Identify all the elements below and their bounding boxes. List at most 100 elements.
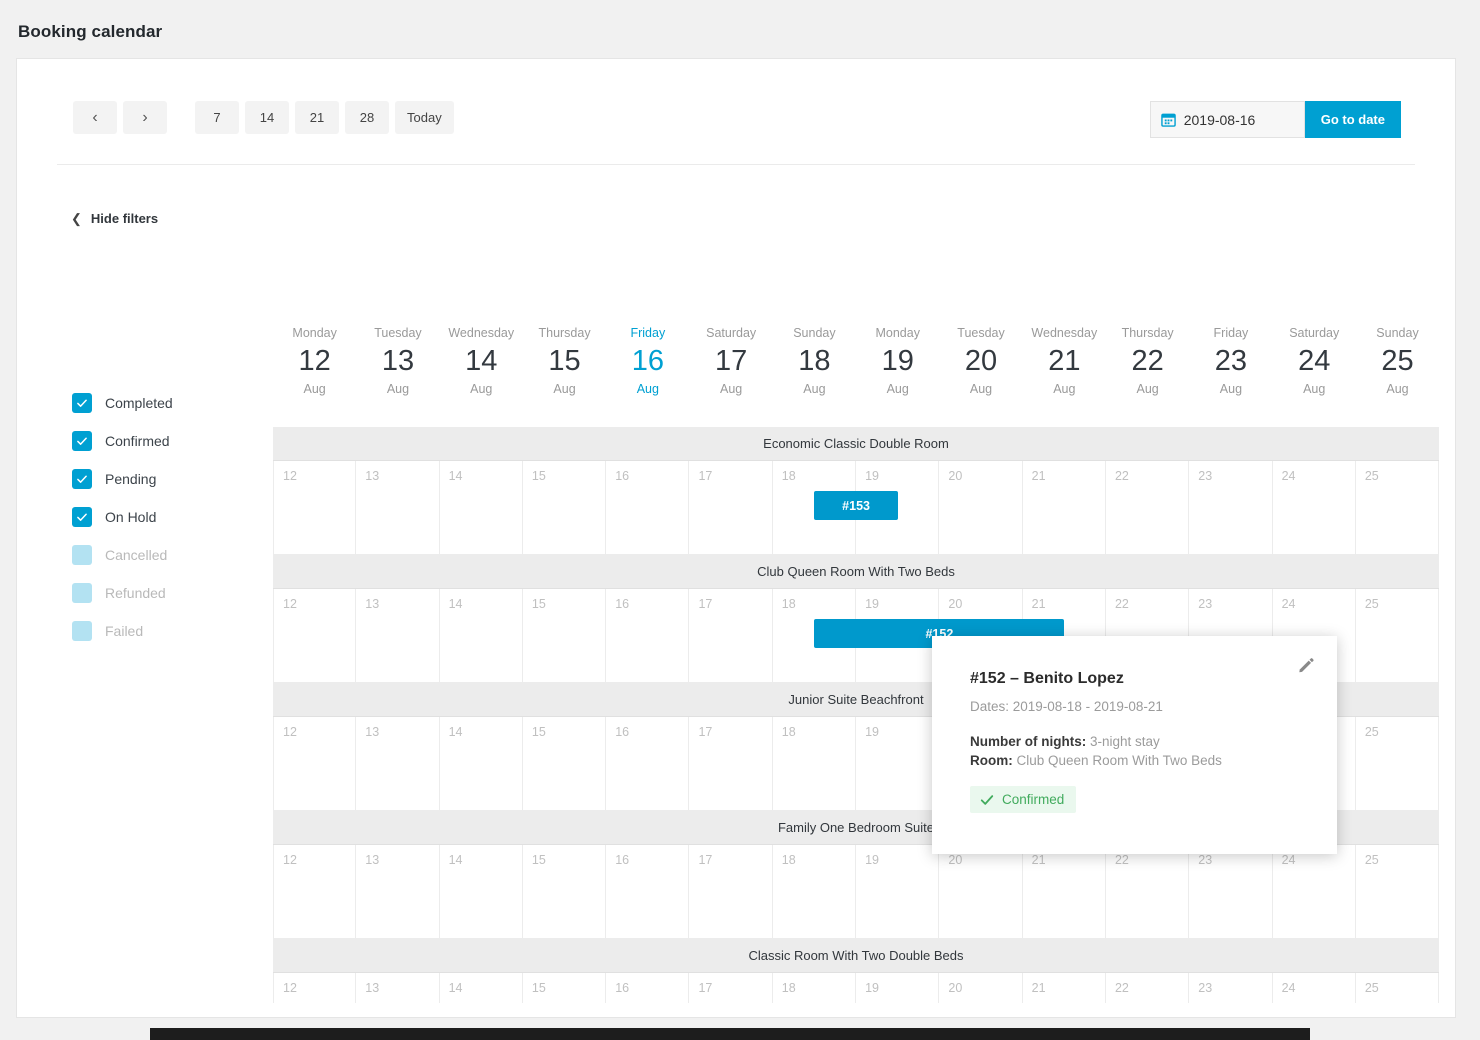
filter-checkbox[interactable] — [72, 545, 92, 565]
date-input[interactable]: 2019-08-16 — [1149, 101, 1305, 138]
calendar-cell[interactable]: 19 — [856, 845, 940, 938]
filter-label: Completed — [105, 395, 173, 411]
calendar-cell[interactable]: 12 — [273, 461, 357, 554]
cell-day-number: 25 — [1364, 853, 1379, 867]
day-header-18: Sunday 18 Aug — [773, 315, 856, 427]
edit-pencil-icon[interactable] — [1297, 656, 1315, 679]
calendar-cell[interactable]: 12 — [273, 717, 357, 810]
calendar-cell[interactable]: 13 — [356, 717, 440, 810]
calendar-cell[interactable]: 23 — [1189, 461, 1273, 554]
cell-day-number: 22 — [1114, 469, 1129, 483]
calendar-cell[interactable]: 17 — [689, 461, 773, 554]
filter-row-completed[interactable]: Completed — [72, 384, 252, 422]
filter-row-failed[interactable]: Failed — [72, 612, 252, 650]
calendar-cell[interactable]: 17 — [689, 845, 773, 938]
calendar-cell[interactable]: 22 — [1106, 845, 1190, 938]
calendar-hscrollbar[interactable] — [17, 1003, 1455, 1017]
day-number: 25 — [1381, 345, 1414, 377]
cell-day-number: 13 — [365, 469, 380, 483]
cell-day-number: 18 — [781, 597, 796, 611]
calendar-cell[interactable]: 18 — [773, 717, 857, 810]
calendar-cell[interactable]: 25 — [1356, 845, 1440, 938]
calendar-cell[interactable]: 21 — [1023, 461, 1106, 554]
page-hscrollbar-thumb[interactable] — [150, 1028, 1310, 1040]
calendar-cell[interactable]: 16 — [606, 589, 690, 682]
day-month: Aug — [1303, 382, 1326, 396]
today-button[interactable]: Today — [395, 101, 454, 134]
calendar-cell[interactable]: 16 — [606, 717, 690, 810]
page-hscrollbar[interactable] — [0, 1028, 1480, 1040]
range-14-button[interactable]: 14 — [245, 101, 289, 134]
calendar-cell[interactable]: 13 — [356, 845, 440, 938]
cell-day-number: 16 — [615, 853, 630, 867]
hide-filters-label: Hide filters — [90, 211, 159, 226]
calendar-cell[interactable]: 17 — [689, 589, 773, 682]
calendar-hscrollbar-thumb[interactable] — [17, 1003, 1242, 1017]
filter-row-refunded[interactable]: Refunded — [72, 574, 252, 612]
hide-filters-toggle[interactable]: ❮ Hide filters — [71, 211, 158, 226]
range-28-button[interactable]: 28 — [345, 101, 389, 134]
page-title: Booking calendar — [18, 22, 163, 41]
go-to-date-button[interactable]: Go to date — [1304, 101, 1401, 138]
popup-nights-line: Number of nights: 3-night stay — [970, 732, 1299, 751]
filter-checkbox[interactable] — [72, 469, 92, 489]
booking-bar-153[interactable]: #153 — [814, 491, 898, 520]
calendar-cell[interactable]: 15 — [523, 589, 607, 682]
date-input-value: 2019-08-16 — [1183, 111, 1256, 128]
day-month: Aug — [1386, 382, 1409, 396]
calendar-cell[interactable]: 14 — [440, 845, 523, 938]
calendar-cell[interactable]: 22 — [1106, 461, 1190, 554]
calendar-cell[interactable]: 14 — [440, 589, 523, 682]
goto-date-group: 2019-08-16 Go to date — [1149, 101, 1401, 138]
calendar-cell[interactable]: 14 — [440, 717, 523, 810]
cell-day-number: 15 — [531, 597, 546, 611]
check-icon — [77, 475, 87, 483]
filter-row-confirmed[interactable]: Confirmed — [72, 422, 252, 460]
calendar-cell[interactable]: 18 — [773, 845, 857, 938]
calendar-cell[interactable]: 16 — [606, 461, 690, 554]
calendar-cell[interactable]: 16 — [606, 845, 690, 938]
cell-day-number: 23 — [1198, 981, 1213, 995]
calendar-cell[interactable]: 15 — [523, 461, 607, 554]
calendar-cell[interactable]: 25 — [1356, 461, 1440, 554]
calendar-cell[interactable]: 25 — [1356, 717, 1440, 810]
next-period-button[interactable]: › — [123, 101, 167, 134]
calendar-cell[interactable]: 19 — [856, 717, 940, 810]
cell-day-number: 18 — [781, 981, 796, 995]
day-month: Aug — [1136, 382, 1159, 396]
calendar-cell[interactable]: 24 — [1273, 461, 1356, 554]
filter-checkbox[interactable] — [72, 583, 92, 603]
cell-day-number: 13 — [365, 853, 380, 867]
day-of-week: Thursday — [1121, 326, 1174, 340]
calendar-cell[interactable]: 17 — [689, 717, 773, 810]
calendar-cell[interactable]: 20 — [939, 461, 1023, 554]
status-badge-label: Confirmed — [1002, 792, 1065, 807]
filter-row-cancelled[interactable]: Cancelled — [72, 536, 252, 574]
cell-day-number: 15 — [531, 853, 546, 867]
popup-meta: Number of nights: 3-night stay Room: Clu… — [970, 732, 1299, 770]
calendar-cell[interactable]: 13 — [356, 589, 440, 682]
filter-row-on-hold[interactable]: On Hold — [72, 498, 252, 536]
calendar-cell[interactable]: 21 — [1023, 845, 1106, 938]
calendar-cell[interactable]: 12 — [273, 845, 357, 938]
calendar-cell[interactable]: 24 — [1273, 845, 1356, 938]
calendar-cell[interactable]: 15 — [523, 845, 607, 938]
filter-row-pending[interactable]: Pending — [72, 460, 252, 498]
calendar-cell[interactable]: 15 — [523, 717, 607, 810]
calendar-cell[interactable]: 12 — [273, 589, 357, 682]
calendar-cell[interactable]: 20 — [939, 845, 1023, 938]
range-7-button[interactable]: 7 — [195, 101, 239, 134]
filter-checkbox[interactable] — [72, 431, 92, 451]
status-badge: Confirmed — [970, 786, 1077, 813]
calendar-cell[interactable]: 13 — [356, 461, 440, 554]
range-21-button[interactable]: 21 — [295, 101, 339, 134]
cell-day-number: 14 — [448, 469, 463, 483]
cell-day-number: 18 — [781, 469, 796, 483]
calendar-cell[interactable]: 23 — [1189, 845, 1273, 938]
calendar-cell[interactable]: 14 — [440, 461, 523, 554]
calendar-cell[interactable]: 25 — [1356, 589, 1440, 682]
filter-checkbox[interactable] — [72, 507, 92, 527]
filter-checkbox[interactable] — [72, 621, 92, 641]
filter-checkbox[interactable] — [72, 393, 92, 413]
prev-period-button[interactable]: ‹ — [73, 101, 117, 134]
